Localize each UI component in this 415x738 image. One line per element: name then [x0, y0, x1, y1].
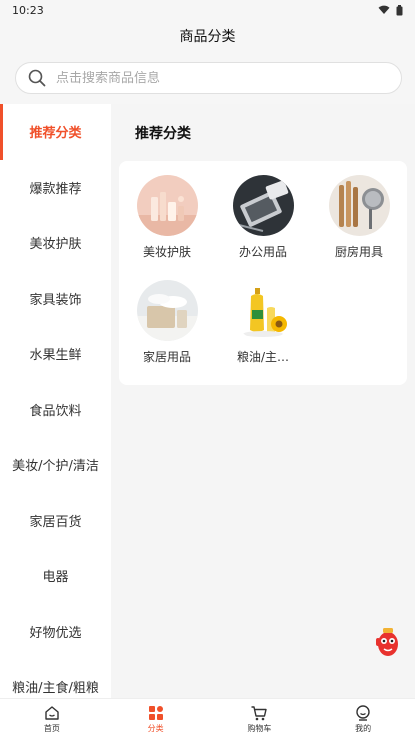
nav-bar: 商品分类: [0, 20, 415, 52]
sidebar-item-household[interactable]: 家居百货: [0, 493, 111, 549]
category-label: 办公用品: [238, 245, 287, 259]
sidebar-item-grain[interactable]: 粮油/主食/粗粮: [0, 659, 111, 698]
category-beauty[interactable]: 美妆护肤: [127, 175, 207, 275]
page-title: 商品分类: [179, 29, 236, 45]
wifi-icon: [378, 5, 390, 15]
category-icon: [148, 705, 163, 720]
sidebar-item-label: 美妆护肤: [29, 237, 82, 253]
sidebar-item-label: 爆款推荐: [29, 181, 82, 197]
tab-label: 分类: [147, 723, 164, 733]
sidebar-item-label: 好物优选: [29, 625, 82, 641]
bottom-tab-bar: 首页 分类 购物车 我的: [0, 698, 415, 738]
cosmetics-image: [136, 175, 198, 236]
office-supplies-image: [232, 175, 294, 236]
sidebar-item-label: 粮油/主食/粗粮: [12, 681, 99, 697]
sidebar-item-label: 电器: [42, 570, 69, 586]
tab-category[interactable]: 分类: [104, 699, 208, 738]
search-box[interactable]: [15, 62, 402, 94]
category-grain-oil[interactable]: 粮油/主…: [223, 280, 303, 380]
status-bar: 10:23: [0, 0, 415, 20]
sidebar-item-beauty[interactable]: 美妆护肤: [0, 215, 111, 271]
tab-label: 首页: [43, 723, 60, 733]
category-label: 家居用品: [142, 350, 191, 364]
home-goods-image: [136, 280, 198, 341]
cart-icon: [251, 705, 268, 720]
sidebar-item-label: 家具装饰: [29, 292, 82, 308]
tab-label: 我的: [355, 723, 372, 733]
search-icon: [28, 69, 46, 87]
sidebar-item-hot[interactable]: 爆款推荐: [0, 160, 111, 216]
grain-oil-image: [232, 280, 294, 341]
sidebar-item-label: 食品饮料: [29, 403, 82, 419]
mascot-icon: [376, 628, 398, 656]
battery-icon: [396, 4, 403, 15]
tab-home[interactable]: 首页: [0, 699, 104, 738]
profile-icon: [356, 704, 370, 721]
tab-profile[interactable]: 我的: [311, 699, 415, 738]
category-home[interactable]: 家居用品: [127, 280, 207, 380]
search-area: [0, 52, 415, 104]
sidebar-item-label: 美妆/个护/清洁: [12, 459, 99, 475]
floating-mascot-button[interactable]: [374, 624, 402, 660]
section-title: 推荐分类: [135, 126, 191, 142]
tab-cart[interactable]: 购物车: [208, 699, 312, 738]
sidebar-item-personal-care[interactable]: 美妆/个护/清洁: [0, 437, 111, 493]
status-time: 10:23: [12, 3, 44, 17]
sidebar-item-food[interactable]: 食品饮料: [0, 382, 111, 438]
category-content: 推荐分类 美妆护肤 办公用品 厨房用具 家居用品 粮油/主…: [111, 104, 415, 698]
sidebar-item-label: 推荐分类: [29, 126, 82, 142]
kitchenware-image: [328, 175, 390, 236]
sidebar-item-label: 水果生鲜: [29, 348, 82, 364]
sidebar-item-label: 家居百货: [29, 514, 82, 530]
sidebar-item-selected[interactable]: 好物优选: [0, 604, 111, 660]
sidebar-item-recommended[interactable]: 推荐分类: [0, 104, 111, 160]
category-label: 厨房用具: [334, 245, 383, 259]
sidebar-item-fresh[interactable]: 水果生鲜: [0, 326, 111, 382]
category-label: 粮油/主…: [236, 350, 290, 364]
category-grid-card: 美妆护肤 办公用品 厨房用具 家居用品 粮油/主…: [119, 161, 407, 385]
category-office[interactable]: 办公用品: [223, 175, 303, 275]
tab-label: 购物车: [247, 723, 272, 733]
search-input[interactable]: [56, 70, 376, 86]
category-kitchen[interactable]: 厨房用具: [319, 175, 399, 275]
status-icons: [378, 4, 403, 16]
sidebar-item-appliances[interactable]: 电器: [0, 548, 111, 604]
category-sidebar: 推荐分类 爆款推荐 美妆护肤 家具装饰 水果生鲜 食品饮料 美妆/个护/清洁 家…: [0, 104, 111, 698]
sidebar-item-furniture[interactable]: 家具装饰: [0, 271, 111, 327]
category-label: 美妆护肤: [142, 245, 191, 259]
home-icon: [45, 705, 59, 720]
